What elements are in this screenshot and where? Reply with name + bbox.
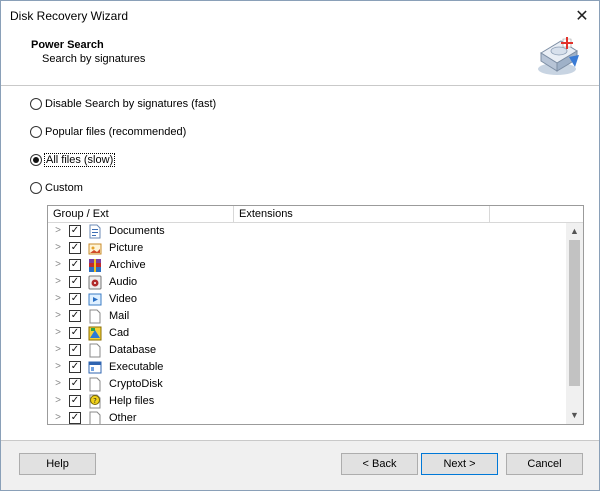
tree-row-other[interactable]: > ✓ Other: [48, 410, 566, 424]
executable-icon: [88, 361, 102, 374]
expand-chevron-icon[interactable]: >: [53, 226, 63, 236]
wizard-header: Power Search Search by signatures: [1, 31, 599, 85]
expand-chevron-icon[interactable]: >: [53, 362, 63, 372]
option-label: Popular files (recommended): [45, 126, 187, 138]
help-button[interactable]: Help: [19, 453, 96, 475]
tree-row-database[interactable]: > ✓ Database: [48, 342, 566, 359]
expand-chevron-icon[interactable]: >: [53, 396, 63, 406]
option-label: All files (slow): [43, 153, 116, 167]
tree-row-label: Archive: [109, 259, 146, 271]
radio-custom[interactable]: [30, 182, 42, 194]
audio-icon: [88, 275, 102, 290]
wizard-footer: Help < Back Next > Cancel: [1, 441, 599, 490]
expand-chevron-icon[interactable]: >: [53, 345, 63, 355]
option-label: Disable Search by signatures (fast): [45, 98, 217, 110]
cad-icon: [88, 326, 102, 341]
tree-row-picture[interactable]: > ✓ Picture: [48, 240, 566, 257]
page-title: Power Search: [31, 39, 104, 51]
tree-row-audio[interactable]: > ✓ Audio: [48, 274, 566, 291]
option-label: Custom: [45, 182, 83, 194]
page-subtitle: Search by signatures: [42, 53, 146, 65]
scroll-up-icon[interactable]: ▲: [566, 223, 583, 240]
checkbox-checked[interactable]: ✓: [69, 293, 81, 305]
expand-chevron-icon[interactable]: >: [53, 294, 63, 304]
disk-recovery-wizard-window: Disk Recovery Wizard ✕ Power Search Sear…: [0, 0, 600, 491]
tree-row-cryptodisk[interactable]: > ✓ CryptoDisk: [48, 376, 566, 393]
archive-icon: [89, 259, 101, 272]
cancel-button[interactable]: Cancel: [506, 453, 583, 475]
tree-row-label: Documents: [109, 225, 165, 237]
checkbox-checked[interactable]: ✓: [69, 378, 81, 390]
video-icon: [88, 293, 102, 306]
option-popular-files[interactable]: Popular files (recommended): [30, 126, 186, 138]
checkbox-checked[interactable]: ✓: [69, 276, 81, 288]
tree-row-label: Cad: [109, 327, 130, 339]
column-header-extensions[interactable]: Extensions: [234, 206, 490, 223]
tree-row-mail[interactable]: > ✓ Mail: [48, 308, 566, 325]
tree-header: Group / Ext Extensions: [48, 206, 583, 223]
expand-chevron-icon[interactable]: >: [53, 311, 63, 321]
mail-icon: [89, 309, 101, 324]
expand-chevron-icon[interactable]: >: [53, 379, 63, 389]
tree-row-label: Database: [109, 344, 157, 356]
checkbox-checked[interactable]: ✓: [69, 242, 81, 254]
other-icon: [89, 411, 101, 424]
expand-chevron-icon[interactable]: >: [53, 277, 63, 287]
checkbox-checked[interactable]: ✓: [69, 344, 81, 356]
option-custom[interactable]: Custom: [30, 182, 83, 194]
tree-row-label: Executable: [109, 361, 164, 373]
column-header-group[interactable]: Group / Ext: [48, 206, 234, 223]
tree-row-label: Other: [109, 412, 137, 424]
tree-row-video[interactable]: > ✓ Video: [48, 291, 566, 308]
radio-disable-search[interactable]: [30, 98, 42, 110]
expand-chevron-icon[interactable]: >: [53, 260, 63, 270]
tree-row-executable[interactable]: > ✓ Executable: [48, 359, 566, 376]
tree-row-cad[interactable]: > ✓ Cad: [48, 325, 566, 342]
tree-row-label: Help files: [109, 395, 155, 407]
picture-icon: [88, 243, 102, 255]
radio-all-files[interactable]: [30, 154, 42, 166]
help-files-icon: ?: [89, 394, 101, 409]
tree-rows: > ✓ Documents > ✓ Picture > ✓ Archive > …: [48, 223, 566, 424]
back-button[interactable]: < Back: [341, 453, 418, 475]
tree-row-help-files[interactable]: > ✓ ? Help files: [48, 393, 566, 410]
cryptodisk-icon: [89, 377, 101, 392]
option-disable-search[interactable]: Disable Search by signatures (fast): [30, 98, 216, 110]
title-bar: Disk Recovery Wizard ✕: [1, 1, 599, 31]
close-icon[interactable]: ✕: [571, 5, 593, 27]
checkbox-checked[interactable]: ✓: [69, 327, 81, 339]
tree-row-documents[interactable]: > ✓ Documents: [48, 223, 566, 240]
scrollbar-thumb[interactable]: [569, 240, 580, 386]
scroll-down-icon[interactable]: ▼: [566, 407, 583, 424]
column-header-blank: [490, 206, 583, 223]
checkbox-checked[interactable]: ✓: [69, 259, 81, 271]
tree-row-label: Mail: [109, 310, 130, 322]
tree-row-label: Video: [109, 293, 137, 305]
tree-row-label: Audio: [109, 276, 138, 288]
expand-chevron-icon[interactable]: >: [53, 243, 63, 253]
file-type-tree[interactable]: Group / Ext Extensions > ✓ Documents > ✓…: [47, 205, 584, 425]
database-icon: [89, 343, 101, 358]
checkbox-checked[interactable]: ✓: [69, 412, 81, 424]
checkbox-checked[interactable]: ✓: [69, 225, 81, 237]
window-title: Disk Recovery Wizard: [10, 9, 129, 23]
expand-chevron-icon[interactable]: >: [53, 328, 63, 338]
checkbox-checked[interactable]: ✓: [69, 395, 81, 407]
vertical-scrollbar[interactable]: ▲ ▼: [566, 223, 583, 424]
checkbox-checked[interactable]: ✓: [69, 361, 81, 373]
next-button[interactable]: Next >: [421, 453, 498, 475]
tree-row-label: Picture: [109, 242, 144, 254]
tree-row-label: CryptoDisk: [109, 378, 163, 390]
svg-text:?: ?: [93, 397, 97, 405]
disk-recovery-icon: [538, 37, 579, 75]
document-icon: [89, 224, 101, 239]
tree-row-archive[interactable]: > ✓ Archive: [48, 257, 566, 274]
option-all-files[interactable]: All files (slow): [30, 153, 116, 167]
radio-popular-files[interactable]: [30, 126, 42, 138]
expand-chevron-icon[interactable]: >: [53, 413, 63, 423]
checkbox-checked[interactable]: ✓: [69, 310, 81, 322]
